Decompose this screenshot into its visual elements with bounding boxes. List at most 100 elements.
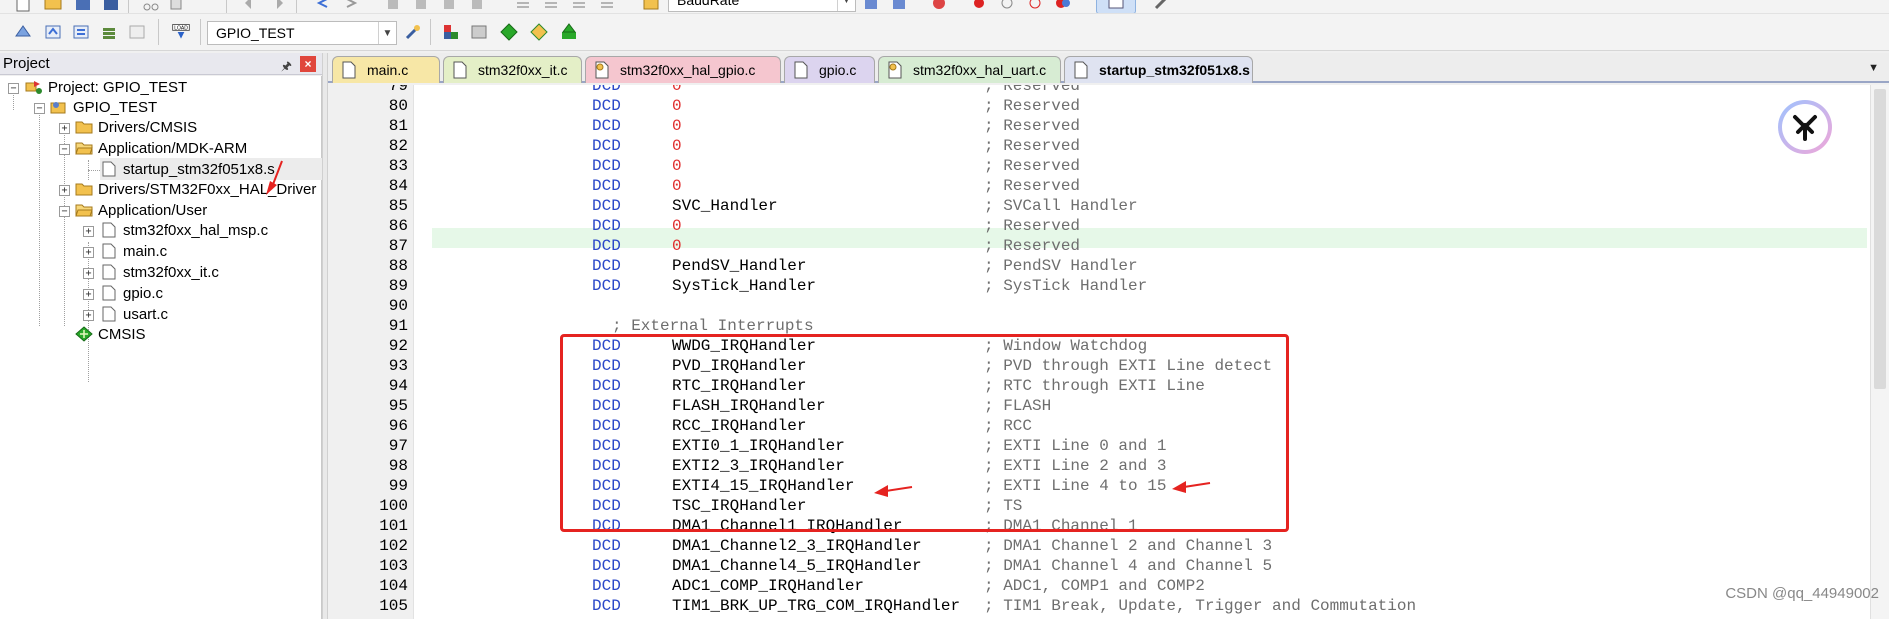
build-icon[interactable] bbox=[42, 21, 64, 43]
redo-icon[interactable] bbox=[266, 0, 288, 13]
chevron-down-icon[interactable]: ▼ bbox=[378, 22, 396, 44]
tree-target[interactable]: GPIO_TEST bbox=[50, 96, 157, 118]
scrollbar-thumb[interactable] bbox=[1874, 89, 1886, 389]
line-number: 86 bbox=[388, 217, 408, 235]
tab-gpio-c[interactable]: gpio.c bbox=[784, 56, 875, 83]
line-number: 88 bbox=[388, 257, 408, 275]
code-line[interactable]: 89 DCD SysTick_Handler ; SysTick Handler bbox=[328, 276, 1868, 296]
collapse-toggle[interactable]: − bbox=[8, 83, 19, 94]
tree-file[interactable]: stm32f0xx_it.c bbox=[100, 261, 219, 283]
comment-icon[interactable] bbox=[568, 0, 590, 13]
tree-group-drivers-cmsis[interactable]: Drivers/CMSIS bbox=[75, 116, 197, 138]
copy-icon[interactable] bbox=[166, 0, 188, 13]
breakpoint-kill-icon[interactable] bbox=[1024, 0, 1046, 13]
nav-forward-icon[interactable] bbox=[340, 0, 362, 13]
code-line[interactable]: 105 DCD TIM1_BRK_UP_TRG_COM_IRQHandler ; TI… bbox=[328, 596, 1868, 616]
breakpoint-kill-all-icon[interactable] bbox=[1052, 0, 1074, 13]
translate-icon[interactable] bbox=[12, 21, 34, 43]
tab-list-dropdown-icon[interactable]: ▼ bbox=[1868, 62, 1879, 74]
tree-file[interactable]: gpio.c bbox=[100, 282, 163, 304]
debug-session-icon[interactable] bbox=[928, 0, 950, 13]
save-icon[interactable] bbox=[72, 0, 94, 13]
batch-build-icon[interactable] bbox=[98, 21, 120, 43]
tree-group-app-user[interactable]: Application/User bbox=[75, 199, 207, 221]
code-line[interactable]: 91 ; External Interrupts bbox=[328, 316, 1868, 336]
tree-file-startup[interactable]: startup_stm32f051x8.s bbox=[100, 158, 322, 180]
code-line[interactable]: 83 DCD 0 ; Reserved bbox=[328, 156, 1868, 176]
tree-file[interactable]: stm32f0xx_hal_msp.c bbox=[100, 219, 268, 241]
open-folder-icon[interactable] bbox=[42, 0, 64, 13]
configure-icon[interactable] bbox=[1150, 0, 1172, 13]
tree-cmsis[interactable]: CMSIS bbox=[75, 323, 146, 345]
line-number: 98 bbox=[388, 457, 408, 475]
target-select[interactable]: GPIO_TEST ▼ bbox=[207, 21, 397, 45]
target-options-icon[interactable] bbox=[402, 21, 424, 43]
expand-toggle[interactable]: + bbox=[83, 289, 94, 300]
software-packs-icon[interactable] bbox=[558, 21, 580, 43]
undo-icon[interactable] bbox=[240, 0, 262, 13]
indent-icon[interactable] bbox=[512, 0, 534, 13]
download-load-icon[interactable]: LOAD bbox=[168, 21, 194, 43]
code-operand: SVC_Handler bbox=[672, 197, 778, 215]
tab-stm32f0xx-hal-gpio-c[interactable]: stm32f0xx_hal_gpio.c bbox=[585, 56, 781, 83]
code-line[interactable]: 87 DCD 0 ; Reserved bbox=[328, 236, 1868, 256]
tree-file[interactable]: main.c bbox=[100, 240, 167, 262]
code-line[interactable]: 86 DCD 0 ; Reserved bbox=[328, 216, 1868, 236]
new-file-icon[interactable] bbox=[12, 0, 34, 13]
pin-icon[interactable]: 🖈 bbox=[281, 57, 292, 78]
bookmark-next-icon[interactable] bbox=[438, 0, 460, 13]
find-icon[interactable] bbox=[860, 0, 882, 13]
code-line[interactable]: 79 DCD 0 ; Reserved bbox=[328, 85, 1868, 96]
breakpoint-disable-icon[interactable] bbox=[996, 0, 1018, 13]
tab-main-c[interactable]: main.c bbox=[332, 56, 440, 83]
collapse-toggle[interactable]: − bbox=[34, 103, 45, 114]
rebuild-icon[interactable] bbox=[70, 21, 92, 43]
line-number: 103 bbox=[379, 557, 408, 575]
breakpoint-icon[interactable] bbox=[968, 0, 990, 13]
collapse-toggle[interactable]: − bbox=[59, 144, 70, 155]
chevron-down-icon[interactable]: ▼ bbox=[837, 0, 855, 11]
tree-file[interactable]: usart.c bbox=[100, 303, 168, 325]
expand-toggle[interactable]: + bbox=[83, 247, 94, 258]
code-line[interactable]: 103 DCD DMA1_Channel4_5_IRQHandler ; DMA1 C… bbox=[328, 556, 1868, 576]
tree-project-root[interactable]: Project: GPIO_TEST bbox=[25, 76, 187, 98]
tree-group-app-mdk-arm[interactable]: Application/MDK-ARM bbox=[75, 137, 247, 159]
code-line[interactable]: 88 DCD PendSV_Handler ; PendSV Handler bbox=[328, 256, 1868, 276]
bookmark-clear-icon[interactable] bbox=[466, 0, 488, 13]
expand-toggle[interactable]: + bbox=[83, 310, 94, 321]
expand-toggle[interactable]: + bbox=[83, 226, 94, 237]
window-layout-icon[interactable] bbox=[1096, 0, 1136, 13]
outdent-icon[interactable] bbox=[540, 0, 562, 13]
code-line[interactable]: 102 DCD DMA1_Channel2_3_IRQHandler ; DMA1 C… bbox=[328, 536, 1868, 556]
incremental-find-icon[interactable] bbox=[888, 0, 910, 13]
find-in-files-icon[interactable] bbox=[640, 0, 662, 13]
save-all-icon[interactable] bbox=[100, 0, 122, 13]
code-line[interactable]: 90 bbox=[328, 296, 1868, 316]
close-icon[interactable]: × bbox=[300, 56, 316, 72]
expand-toggle[interactable]: + bbox=[59, 123, 70, 134]
expand-toggle[interactable]: + bbox=[83, 268, 94, 279]
manage-project-items-icon[interactable] bbox=[440, 21, 462, 43]
vertical-scrollbar[interactable] bbox=[1870, 85, 1889, 619]
uncomment-icon[interactable] bbox=[596, 0, 618, 13]
cut-icon[interactable] bbox=[140, 0, 162, 13]
code-line[interactable]: 81 DCD 0 ; Reserved bbox=[328, 116, 1868, 136]
pack-installer-icon[interactable] bbox=[528, 21, 550, 43]
manage-rte-icon[interactable] bbox=[498, 21, 520, 43]
tab-startup-stm32f051x8-s[interactable]: startup_stm32f051x8.s bbox=[1064, 56, 1253, 83]
select-packs-icon[interactable] bbox=[468, 21, 490, 43]
tab-stm32f0xx-it-c[interactable]: stm32f0xx_it.c bbox=[443, 56, 582, 83]
nav-back-icon[interactable] bbox=[312, 0, 334, 13]
code-line[interactable]: 85 DCD SVC_Handler ; SVCall Handler bbox=[328, 196, 1868, 216]
code-line[interactable]: 82 DCD 0 ; Reserved bbox=[328, 136, 1868, 156]
code-line[interactable]: 80 DCD 0 ; Reserved bbox=[328, 96, 1868, 116]
bookmark-prev-icon[interactable] bbox=[410, 0, 432, 13]
tab-stm32f0xx-hal-uart-c[interactable]: stm32f0xx_hal_uart.c bbox=[878, 56, 1061, 83]
stop-build-icon[interactable] bbox=[126, 21, 148, 43]
expand-toggle[interactable]: + bbox=[59, 185, 70, 196]
find-combo[interactable]: BaudRate ▼ bbox=[668, 0, 856, 12]
collapse-toggle[interactable]: − bbox=[59, 206, 70, 217]
bookmark-icon[interactable] bbox=[382, 0, 404, 13]
code-line[interactable]: 84 DCD 0 ; Reserved bbox=[328, 176, 1868, 196]
code-line[interactable]: 104 DCD ADC1_COMP_IRQHandler ; ADC1, COMP1 … bbox=[328, 576, 1868, 596]
